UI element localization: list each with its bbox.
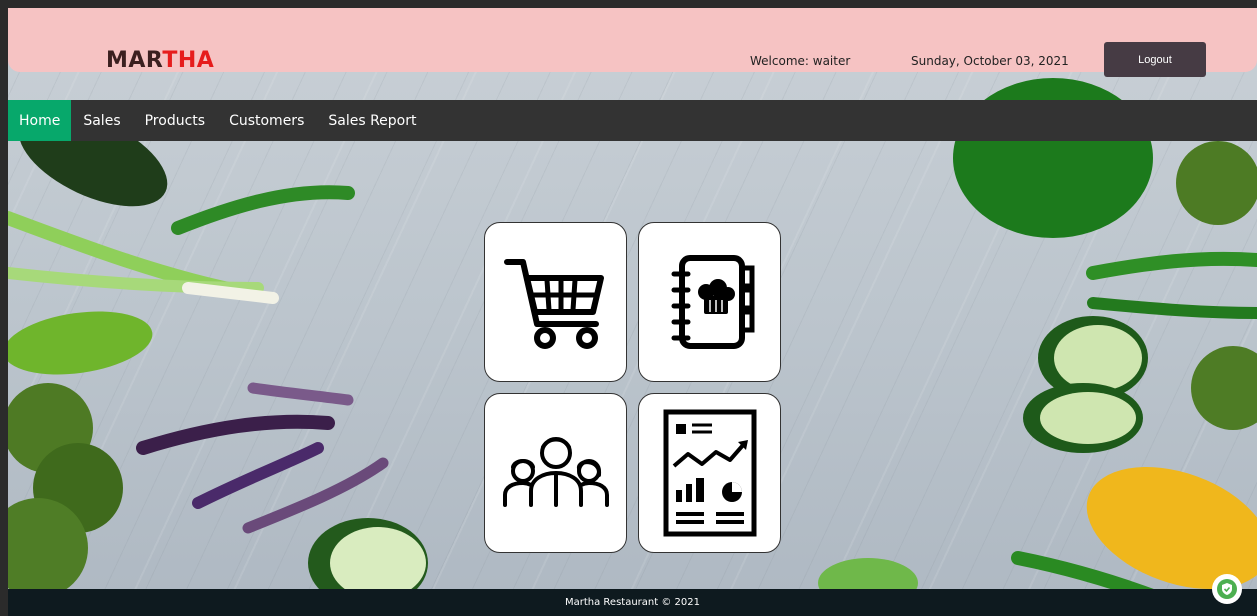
footer-text: Martha Restaurant © 2021 [565,597,700,608]
app-logo[interactable]: MARTHA [106,48,214,74]
footer: Martha Restaurant © 2021 [8,589,1257,616]
header-bar: MARTHA Welcome: waiter Sunday, October 0… [8,8,1257,77]
tile-sales-report[interactable] [638,393,781,553]
welcome-text: Welcome: waiter [750,54,851,68]
tile-customers[interactable] [484,393,627,553]
main-nav: Home Sales Products Customers Sales Repo… [8,100,1257,141]
nav-products[interactable]: Products [133,100,217,141]
nav-home[interactable]: Home [8,100,72,141]
nav-sales-report[interactable]: Sales Report [316,100,428,141]
current-date: Sunday, October 03, 2021 [911,54,1069,68]
people-group-icon [502,437,609,507]
logo-part-1: MAR [106,48,163,73]
logo-part-2: THA [162,48,215,73]
nav-sales[interactable]: Sales [71,100,132,141]
tile-sales[interactable] [484,222,627,382]
nav-customers[interactable]: Customers [217,100,316,141]
tile-products[interactable] [638,222,781,382]
app-window: MARTHA Welcome: waiter Sunday, October 0… [8,8,1257,616]
shield-check-icon[interactable] [1212,574,1242,604]
shopping-cart-icon [503,259,604,349]
logout-button[interactable]: Logout [1104,42,1206,77]
chef-notebook-icon [671,255,754,349]
report-chart-icon [663,409,756,537]
